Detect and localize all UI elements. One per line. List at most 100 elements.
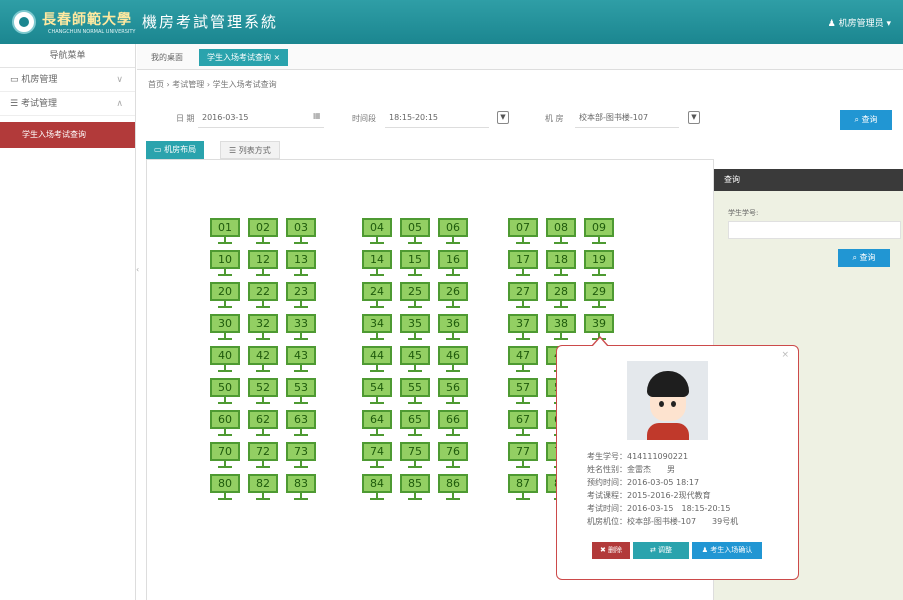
panel-query-button[interactable]: ⌕ 查询 — [838, 249, 890, 267]
seat-computer[interactable]: 80 — [210, 474, 240, 501]
seat-computer[interactable]: 44 — [362, 346, 392, 373]
seat-computer[interactable]: 32 — [248, 314, 278, 341]
seat-computer[interactable]: 77 — [508, 442, 538, 469]
seat-computer[interactable]: 34 — [362, 314, 392, 341]
seat-computer[interactable]: 52 — [248, 378, 278, 405]
user-menu[interactable]: ♟ 机房管理员 ▾ — [828, 16, 891, 29]
seat-computer[interactable]: 84 — [362, 474, 392, 501]
seat-computer[interactable]: 22 — [248, 282, 278, 309]
seat-position-text: 机房机位：校本部-图书楼-107 39号机 — [587, 517, 739, 526]
seat-computer[interactable]: 55 — [400, 378, 430, 405]
seat-computer[interactable]: 63 — [286, 410, 316, 437]
student-id-input[interactable] — [728, 221, 901, 239]
seat-computer[interactable]: 01 — [210, 218, 240, 245]
seat-computer[interactable]: 19 — [584, 250, 614, 277]
seat-computer[interactable]: 14 — [362, 250, 392, 277]
seat-computer[interactable]: 73 — [286, 442, 316, 469]
seat-computer[interactable]: 18 — [546, 250, 576, 277]
seat-computer[interactable]: 13 — [286, 250, 316, 277]
seat-computer[interactable]: 03 — [286, 218, 316, 245]
seat-computer[interactable]: 46 — [438, 346, 468, 373]
sidebar-item-exam-management[interactable]: ☰ 考试管理 ∧ — [0, 92, 135, 116]
seat-computer[interactable]: 33 — [286, 314, 316, 341]
system-title: 機房考試管理系統 — [142, 13, 279, 31]
seat-computer[interactable]: 64 — [362, 410, 392, 437]
seat-computer[interactable]: 27 — [508, 282, 538, 309]
seat-computer[interactable]: 37 — [508, 314, 538, 341]
chevron-down-icon[interactable]: ▼ — [688, 111, 700, 124]
seat-computer[interactable]: 74 — [362, 442, 392, 469]
tab-room-layout[interactable]: ▭ 机房布局 — [146, 141, 205, 159]
seat-number: 28 — [546, 282, 576, 301]
seat-computer[interactable]: 56 — [438, 378, 468, 405]
seat-computer[interactable]: 26 — [438, 282, 468, 309]
seat-computer[interactable]: 17 — [508, 250, 538, 277]
room-select[interactable]: 校本部-图书楼-107 — [575, 108, 679, 128]
date-label: 日 期 — [176, 114, 195, 123]
sidebar-item-student-exam-query[interactable]: 学生入场考试查询 — [0, 122, 135, 148]
checkin-label: 考生入场确认 — [710, 546, 753, 554]
seat-computer[interactable]: 20 — [210, 282, 240, 309]
seat-computer[interactable]: 36 — [438, 314, 468, 341]
seat-computer[interactable]: 15 — [400, 250, 430, 277]
seat-computer[interactable]: 60 — [210, 410, 240, 437]
seat-computer[interactable]: 43 — [286, 346, 316, 373]
seat-computer[interactable]: 10 — [210, 250, 240, 277]
seat-computer[interactable]: 04 — [362, 218, 392, 245]
query-button[interactable]: ⌕ 查询 — [840, 110, 892, 130]
tab-list-view[interactable]: ☰ 列表方式 — [220, 141, 280, 159]
seat-computer[interactable]: 83 — [286, 474, 316, 501]
seat-computer[interactable]: 05 — [400, 218, 430, 245]
adjust-button[interactable]: ⇄ 调整 — [633, 542, 689, 559]
sidebar-collapse-handle[interactable]: ‹ — [136, 265, 144, 275]
tab-student-exam-query[interactable]: 学生入场考试查询 × — [199, 49, 289, 66]
seat-computer[interactable]: 53 — [286, 378, 316, 405]
seat-computer[interactable]: 08 — [546, 218, 576, 245]
checkin-button[interactable]: ♟ 考生入场确认 — [692, 542, 762, 559]
seat-computer[interactable]: 87 — [508, 474, 538, 501]
time-select[interactable]: 18:15-20:15 — [385, 108, 489, 128]
seat-computer[interactable]: 54 — [362, 378, 392, 405]
seat-computer[interactable]: 85 — [400, 474, 430, 501]
seat-computer[interactable]: 66 — [438, 410, 468, 437]
seat-computer[interactable]: 57 — [508, 378, 538, 405]
seat-computer[interactable]: 23 — [286, 282, 316, 309]
seat-computer[interactable]: 07 — [508, 218, 538, 245]
seat-computer[interactable]: 09 — [584, 218, 614, 245]
sidebar-item-room-management[interactable]: ▭ 机房管理 ∨ — [0, 68, 135, 92]
seat-computer[interactable]: 86 — [438, 474, 468, 501]
calendar-icon[interactable]: ▦ — [313, 111, 321, 120]
seat-computer[interactable]: 02 — [248, 218, 278, 245]
tab-my-desktop[interactable]: 我的桌面 — [143, 49, 191, 66]
seat-computer[interactable]: 42 — [248, 346, 278, 373]
seat-computer[interactable]: 06 — [438, 218, 468, 245]
seat-computer[interactable]: 30 — [210, 314, 240, 341]
seat-computer[interactable]: 67 — [508, 410, 538, 437]
seat-computer[interactable]: 38 — [546, 314, 576, 341]
seat-computer[interactable]: 50 — [210, 378, 240, 405]
seat-computer[interactable]: 47 — [508, 346, 538, 373]
seat-number: 50 — [210, 378, 240, 397]
seat-computer[interactable]: 28 — [546, 282, 576, 309]
seat-computer[interactable]: 25 — [400, 282, 430, 309]
seat-computer[interactable]: 82 — [248, 474, 278, 501]
seat-computer[interactable]: 12 — [248, 250, 278, 277]
seat-computer[interactable]: 70 — [210, 442, 240, 469]
seat-computer[interactable]: 62 — [248, 410, 278, 437]
seat-computer[interactable]: 16 — [438, 250, 468, 277]
close-icon[interactable]: × — [781, 350, 789, 360]
date-field[interactable]: 2016-03-15 — [198, 108, 324, 128]
seat-computer[interactable]: 40 — [210, 346, 240, 373]
seat-computer[interactable]: 72 — [248, 442, 278, 469]
seat-computer[interactable]: 75 — [400, 442, 430, 469]
chevron-down-icon[interactable]: ▼ — [497, 111, 509, 124]
seat-computer[interactable]: 45 — [400, 346, 430, 373]
seat-computer[interactable]: 65 — [400, 410, 430, 437]
seat-computer[interactable]: 76 — [438, 442, 468, 469]
delete-button[interactable]: ✖ 删除 — [592, 542, 630, 559]
school-name: 長春師範大學 — [42, 12, 132, 28]
seat-computer[interactable]: 35 — [400, 314, 430, 341]
seat-computer[interactable]: 24 — [362, 282, 392, 309]
seat-computer[interactable]: 29 — [584, 282, 614, 309]
seat-number: 16 — [438, 250, 468, 269]
